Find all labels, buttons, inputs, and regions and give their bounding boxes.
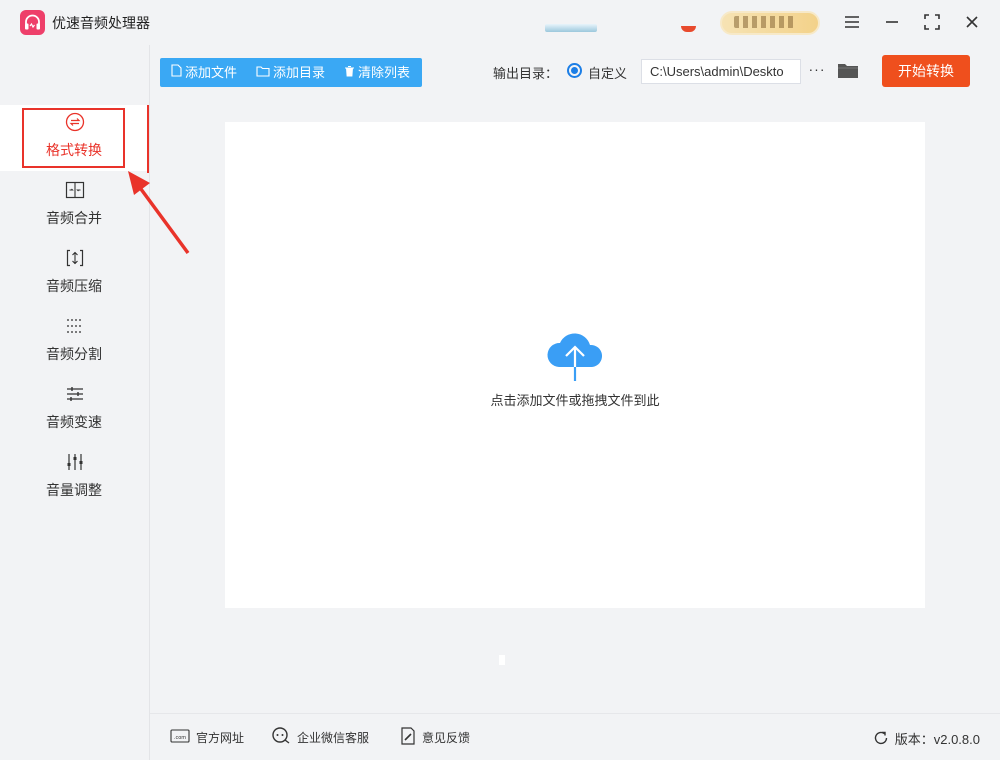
trash-icon: [344, 58, 355, 87]
feedback-label: 意见反馈: [422, 731, 471, 745]
file-toolbar: 添加文件 添加目录 清除列表: [160, 58, 422, 87]
official-website-label: 官方网址: [196, 731, 245, 745]
website-icon: .com: [170, 729, 190, 746]
add-file-label: 添加文件: [185, 65, 238, 80]
app-logo-icon: [20, 10, 45, 35]
promo-banner[interactable]: [545, 24, 597, 32]
title-bar: 优速音频处理器: [0, 0, 1000, 45]
wechat-service-link[interactable]: 企业微信客服: [271, 727, 370, 748]
menu-icon[interactable]: [840, 10, 864, 34]
sidebar-divider: [149, 45, 150, 760]
promo-badge[interactable]: [681, 26, 696, 32]
sidebar-item-format-convert[interactable]: 格式转换: [0, 105, 148, 171]
custom-dir-radio-label[interactable]: 自定义: [588, 63, 627, 82]
vip-button[interactable]: [720, 11, 820, 35]
output-path-input[interactable]: [641, 59, 801, 84]
split-icon: [64, 315, 86, 337]
more-options-button[interactable]: ···: [807, 60, 827, 80]
format-convert-icon: [64, 111, 86, 133]
sidebar-item-label: 音频变速: [46, 414, 102, 430]
sidebar-item-audio-speed[interactable]: 音频变速: [0, 377, 148, 443]
refresh-icon: [873, 730, 889, 749]
sidebar-item-label: 音频分割: [46, 346, 102, 362]
app-title: 优速音频处理器: [52, 15, 150, 31]
footer-bar: .com 官方网址 企业微信客服 意见反馈 版本：v2.0.8.0: [150, 713, 1000, 760]
sidebar-item-label: 音频合并: [46, 210, 102, 226]
page-indicator: [499, 655, 505, 665]
sidebar: 格式转换 音频合并 音频压缩 音频分割 音频变速 音量调整: [0, 45, 150, 760]
svg-text:.com: .com: [174, 735, 186, 741]
sidebar-item-label: 音频压缩: [46, 278, 102, 294]
custom-dir-radio[interactable]: [567, 63, 582, 78]
wechat-icon: [271, 727, 291, 748]
open-folder-icon[interactable]: [837, 61, 859, 81]
version-info[interactable]: 版本：v2.0.8.0: [873, 729, 980, 749]
output-dir-label: 输出目录：: [493, 66, 559, 81]
drop-hint-text: 点击添加文件或拖拽文件到此: [490, 393, 660, 408]
cloud-upload-icon: [544, 327, 606, 383]
feedback-icon: [400, 727, 416, 748]
merge-icon: [64, 179, 86, 201]
sidebar-item-audio-split[interactable]: 音频分割: [0, 309, 148, 375]
vip-label-graphic: [734, 16, 794, 28]
add-directory-label: 添加目录: [273, 65, 326, 80]
sidebar-item-volume-adjust[interactable]: 音量调整: [0, 445, 148, 511]
close-icon[interactable]: [960, 10, 984, 34]
add-directory-button[interactable]: 添加目录: [256, 58, 325, 87]
clear-list-label: 清除列表: [358, 65, 411, 80]
sidebar-item-label: 音量调整: [46, 482, 102, 498]
feedback-link[interactable]: 意见反馈: [400, 727, 471, 748]
add-file-button[interactable]: 添加文件: [171, 58, 237, 87]
sidebar-item-label: 格式转换: [46, 142, 102, 158]
official-website-link[interactable]: .com 官方网址: [170, 729, 244, 746]
sidebar-item-audio-merge[interactable]: 音频合并: [0, 173, 148, 239]
file-icon: [171, 58, 182, 87]
clear-list-button[interactable]: 清除列表: [344, 58, 410, 87]
start-convert-button[interactable]: 开始转换: [882, 55, 970, 87]
version-label: 版本：v2.0.8.0: [894, 732, 980, 747]
file-drop-zone[interactable]: 点击添加文件或拖拽文件到此: [225, 122, 925, 608]
folder-outline-icon: [256, 58, 270, 87]
wechat-service-label: 企业微信客服: [297, 731, 370, 745]
maximize-icon[interactable]: [920, 10, 944, 34]
compress-icon: [64, 247, 86, 269]
sidebar-item-audio-compress[interactable]: 音频压缩: [0, 241, 148, 307]
volume-icon: [64, 451, 86, 473]
speed-icon: [64, 383, 86, 405]
minimize-icon[interactable]: [880, 10, 904, 34]
